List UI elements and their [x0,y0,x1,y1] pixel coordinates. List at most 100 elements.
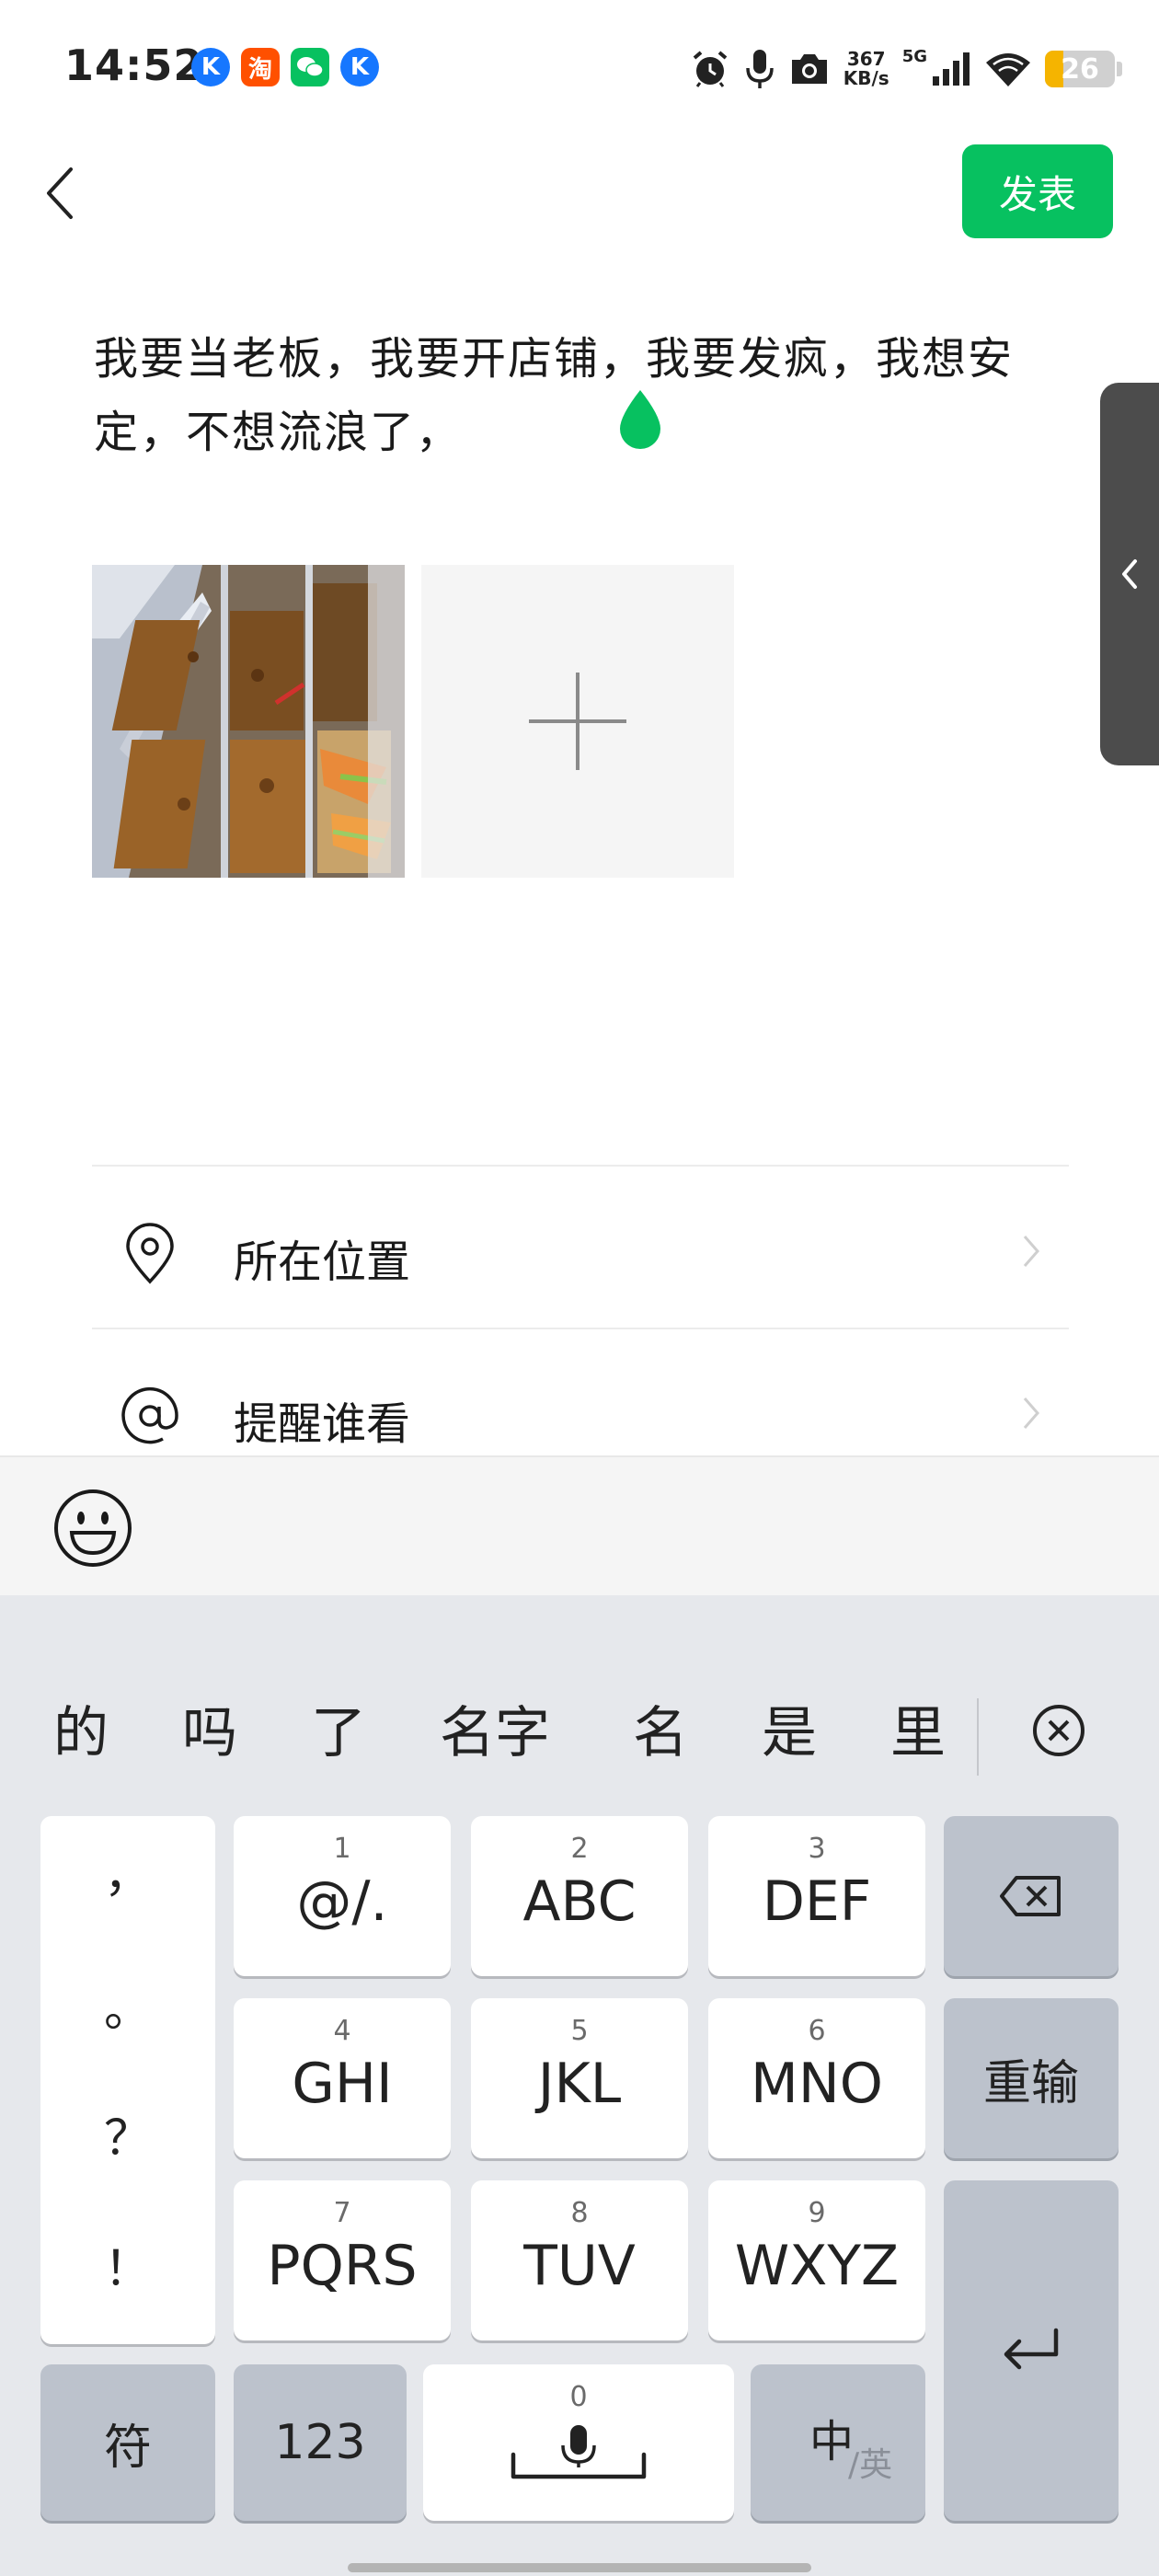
symbols-key[interactable]: 符 [40,2364,215,2521]
candidate-word[interactable]: 里 [890,1673,946,1783]
status-time: 14:52 [64,40,204,90]
location-pin-icon [118,1222,182,1286]
key-number: 4 [333,2015,351,2047]
system-status-icons: 367 KB/s 5G 26 [689,46,1122,92]
k-app-icon: K [340,48,379,86]
punctuation-key-column[interactable]: ， 。 ？ ！ [40,1816,215,2344]
post-text-input[interactable]: 我要当老板，我要开店铺，我要发疯，我想安定，不想流浪了， [94,322,1050,469]
alarm-icon [689,48,731,90]
key-2[interactable]: 2 ABC [471,1816,688,1976]
taobao-icon: 淘 [241,48,280,86]
enter-key[interactable] [944,2180,1119,2521]
numbers-label: 123 [274,2415,366,2470]
key-letters: PQRS [267,2234,418,2298]
reinput-label: 重输 [982,2055,1079,2111]
key-8[interactable]: 8 TUV [471,2180,688,2340]
key-5[interactable]: 5 JKL [471,1998,688,2158]
key-3[interactable]: 3 DEF [708,1816,925,1976]
key-number: 0 [569,2381,588,2413]
key-number: 9 [808,2197,826,2229]
reinput-key[interactable]: 重输 [944,1998,1119,2158]
home-indicator[interactable] [348,2563,811,2572]
candidate-word[interactable]: 是 [762,1673,817,1783]
wechat-icon [291,48,329,86]
candidate-word[interactable]: 了 [311,1673,366,1783]
divider [92,1328,1069,1329]
chevron-right-icon [1021,1395,1041,1435]
symbols-label: 符 [103,2420,152,2476]
key-number: 7 [333,2197,351,2229]
candidate-divider [977,1698,979,1776]
candidate-word[interactable]: 名字 [440,1673,550,1783]
network-type-label: 5G [901,46,927,66]
battery-indicator: 26 [1045,51,1115,87]
at-icon [118,1384,182,1448]
key-letters: MNO [751,2052,883,2116]
wifi-icon [984,50,1032,88]
space-key[interactable]: 0 [423,2364,734,2521]
key-letters: TUV [523,2234,636,2298]
plus-icon [529,673,626,770]
key-letters: JKL [537,2052,622,2116]
chevron-left-icon [1122,559,1137,589]
battery-tip [1117,62,1122,76]
emoji-button[interactable] [52,1487,134,1573]
key-1[interactable]: 1 @/. [234,1816,451,1976]
remind-label: 提醒谁看 [234,1398,411,1450]
backspace-key[interactable] [944,1816,1119,1976]
punct-question[interactable]: ？ [40,2099,215,2168]
lang-sub-label: /英 [848,2446,893,2484]
key-number: 3 [808,1833,826,1865]
location-label: 所在位置 [234,1236,411,1288]
chevron-right-icon [1021,1233,1041,1273]
battery-level: 26 [1061,52,1099,86]
back-button[interactable] [28,156,92,230]
candidate-word[interactable]: 名 [633,1673,688,1783]
location-row[interactable]: 所在位置 [92,1168,1069,1330]
k-app-icon: K [191,48,230,86]
camera-icon [788,51,831,87]
punct-comma[interactable]: ， [40,1836,215,1905]
key-letters: GHI [292,2052,393,2116]
microphone-icon [423,2421,734,2486]
candidate-bar: 的 吗 了 名字 名 是 里 [0,1673,1159,1783]
microphone-icon [744,48,775,90]
smiley-icon [54,1489,132,1567]
divider [92,1165,1069,1167]
key-letters: ABC [522,1869,637,1934]
key-number: 2 [570,1833,589,1865]
key-7[interactable]: 7 PQRS [234,2180,451,2340]
close-circle-icon [1033,1705,1084,1756]
add-photo-button[interactable] [421,565,734,878]
key-number: 5 [570,2015,589,2047]
language-switch-key[interactable]: 中 /英 [751,2364,925,2521]
candidate-word[interactable]: 吗 [182,1673,237,1783]
signal-strength-icon [931,51,971,87]
key-9[interactable]: 9 WXYZ [708,2180,925,2340]
status-bar: 14:52 K 淘 K 367 KB/s 5G 26 [0,0,1159,138]
emoji-toolbar [0,1455,1159,1595]
publish-button[interactable]: 发表 [962,144,1113,238]
attached-photo[interactable] [92,565,405,878]
collapse-candidates-button[interactable] [1030,1702,1087,1763]
enter-icon [1004,2328,1059,2370]
key-number: 6 [808,2015,826,2047]
floating-side-tab[interactable] [1100,383,1159,765]
key-letters: WXYZ [734,2234,900,2298]
backspace-icon [1000,1876,1061,1916]
keyboard: 的 吗 了 名字 名 是 里 ， 。 ？ ！ 1 @/. 2 ABC 3 DEF… [0,1595,1159,2576]
key-number: 1 [333,1833,351,1865]
punct-period[interactable]: 。 [40,1971,215,2040]
network-speed: 367 KB/s [843,48,889,89]
key-4[interactable]: 4 GHI [234,1998,451,2158]
key-letters: @/. [296,1869,388,1934]
punct-exclaim[interactable]: ！ [40,2230,215,2299]
key-letters: DEF [762,1869,872,1934]
key-6[interactable]: 6 MNO [708,1998,925,2158]
key-number: 8 [570,2197,589,2229]
numbers-key[interactable]: 123 [234,2364,407,2521]
text-cursor-handle[interactable] [613,388,668,458]
candidate-word[interactable]: 的 [53,1673,109,1783]
lang-main-label: 中 [809,2416,855,2467]
chevron-left-icon [47,167,73,219]
